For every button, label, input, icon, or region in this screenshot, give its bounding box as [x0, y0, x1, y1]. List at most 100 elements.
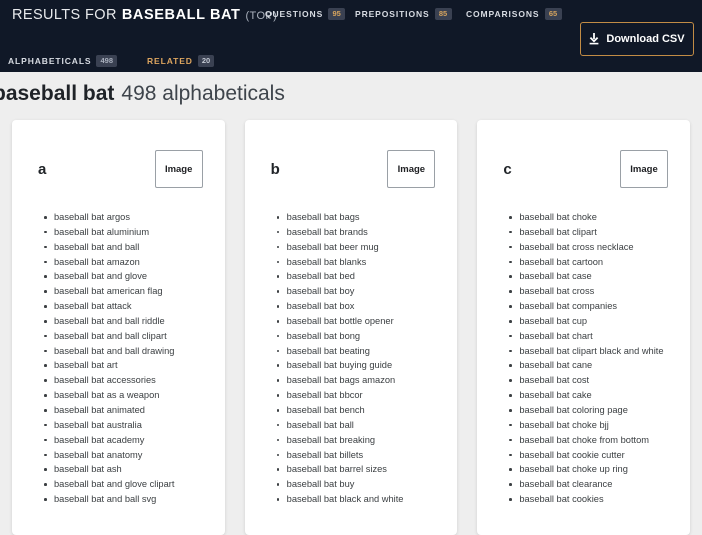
list-item[interactable]: baseball bat bbcor: [276, 388, 444, 403]
list-item[interactable]: baseball bat bottle opener: [276, 314, 444, 329]
header-tabs: ALPHABETICALS 498 RELATED 20: [8, 50, 230, 83]
list-item[interactable]: baseball bat blanks: [276, 255, 444, 270]
list-item[interactable]: baseball bat cartoon: [509, 255, 676, 270]
image-placeholder-b[interactable]: Image: [387, 150, 436, 188]
tab-alphabeticals-label: ALPHABETICALS: [8, 56, 92, 66]
image-placeholder-label: Image: [630, 163, 658, 175]
list-item[interactable]: baseball bat choke: [509, 210, 676, 225]
list-item[interactable]: baseball bat and ball riddle: [44, 314, 211, 329]
list-item[interactable]: baseball bat cup: [509, 314, 676, 329]
list-item[interactable]: baseball bat breaking: [276, 433, 444, 448]
list-item[interactable]: baseball bat box: [276, 299, 444, 314]
list-item[interactable]: baseball bat buying guide: [276, 358, 444, 373]
image-placeholder-c[interactable]: Image: [620, 150, 669, 188]
list-item[interactable]: baseball bat anatomy: [44, 448, 211, 463]
list-item[interactable]: baseball bat cane: [509, 358, 676, 373]
list-item[interactable]: baseball bat chart: [509, 329, 676, 344]
list-item[interactable]: baseball bat argos: [44, 210, 211, 225]
list-item[interactable]: baseball bat cross necklace: [509, 240, 676, 255]
metric-questions-count: 95: [328, 8, 346, 20]
list-item[interactable]: baseball bat beating: [276, 344, 444, 359]
list-item[interactable]: baseball bat cost: [509, 373, 676, 388]
list-item[interactable]: baseball bat bench: [276, 403, 444, 418]
page-title-count: 498 alphabeticals: [121, 82, 285, 105]
list-item[interactable]: baseball bat cookie cutter: [509, 448, 676, 463]
list-item[interactable]: baseball bat boy: [276, 284, 444, 299]
page-title-bar: baseball bat 498 alphabeticals: [0, 72, 702, 116]
list-item[interactable]: baseball bat bags: [276, 210, 444, 225]
image-placeholder-label: Image: [397, 163, 426, 175]
list-item[interactable]: baseball bat black and white: [276, 492, 444, 507]
list-item[interactable]: baseball bat bed: [276, 269, 444, 284]
list-item[interactable]: baseball bat and ball drawing: [44, 344, 211, 359]
list-item[interactable]: baseball bat and glove: [44, 269, 211, 284]
metric-prepositions[interactable]: PREPOSITIONS 85: [355, 8, 452, 20]
download-icon: [589, 33, 599, 45]
list-item[interactable]: baseball bat cake: [509, 388, 676, 403]
card-header-a: a Image: [26, 150, 211, 188]
list-item[interactable]: baseball bat art: [44, 358, 211, 373]
tab-related-count: 20: [197, 55, 215, 67]
list-item[interactable]: baseball bat as a weapon: [44, 388, 211, 403]
list-item[interactable]: baseball bat attack: [44, 299, 211, 314]
list-item[interactable]: baseball bat clipart black and white: [509, 344, 676, 359]
metric-questions[interactable]: QUESTIONS 95: [265, 8, 346, 20]
list-item[interactable]: baseball bat ash: [44, 462, 211, 477]
tab-alphabeticals[interactable]: ALPHABETICALS 498: [8, 50, 133, 72]
list-item[interactable]: baseball bat case: [509, 269, 676, 284]
download-csv-label: Download CSV: [606, 33, 685, 45]
list-item[interactable]: baseball bat choke up ring: [509, 462, 676, 477]
list-item[interactable]: baseball bat brands: [276, 225, 444, 240]
tab-related-label: RELATED: [147, 56, 193, 66]
list-item[interactable]: baseball bat and ball svg: [44, 492, 211, 507]
keyword-card-grid: a Image baseball bat argos baseball bat …: [0, 120, 702, 535]
list-item[interactable]: baseball bat accessories: [44, 373, 211, 388]
list-item[interactable]: baseball bat ball: [276, 418, 444, 433]
image-placeholder-a[interactable]: Image: [154, 150, 203, 188]
metric-questions-label: QUESTIONS: [265, 8, 324, 19]
list-item[interactable]: baseball bat bong: [276, 329, 444, 344]
list-item[interactable]: baseball bat companies: [509, 299, 676, 314]
tab-related[interactable]: RELATED 20: [136, 50, 230, 83]
metric-prepositions-count: 85: [434, 8, 452, 20]
list-item[interactable]: baseball bat billets: [276, 448, 444, 463]
page-title: baseball bat 498 alphabeticals: [0, 82, 285, 106]
metric-comparisons-count: 65: [544, 8, 562, 20]
image-placeholder-label: Image: [164, 163, 193, 175]
metric-comparisons[interactable]: COMPARISONS 65: [466, 8, 562, 20]
list-item[interactable]: baseball bat amazon: [44, 255, 211, 270]
list-item[interactable]: baseball bat and ball clipart: [44, 329, 211, 344]
keyword-card-c: c Image baseball bat choke baseball bat …: [477, 120, 691, 535]
list-item[interactable]: baseball bat choke from bottom: [509, 433, 676, 448]
list-item[interactable]: baseball bat academy: [44, 433, 211, 448]
keyword-list-b: baseball bat bags baseball bat brands ba…: [259, 210, 444, 507]
list-item[interactable]: baseball bat cross: [509, 284, 676, 299]
list-item[interactable]: baseball bat barrel sizes: [276, 462, 444, 477]
list-item[interactable]: baseball bat aluminium: [44, 225, 211, 240]
keyword-list-a: baseball bat argos baseball bat aluminiu…: [26, 210, 211, 507]
card-letter-c: c: [503, 160, 512, 178]
list-item[interactable]: baseball bat beer mug: [276, 240, 444, 255]
card-header-c: c Image: [491, 150, 676, 188]
list-item[interactable]: baseball bat american flag: [44, 284, 211, 299]
list-item[interactable]: baseball bat and ball: [44, 240, 211, 255]
list-item[interactable]: baseball bat bags amazon: [276, 373, 444, 388]
keyword-list-c: baseball bat choke baseball bat clipart …: [491, 210, 676, 507]
card-letter-a: a: [38, 160, 47, 178]
list-item[interactable]: baseball bat animated: [44, 403, 211, 418]
list-item[interactable]: baseball bat clearance: [509, 477, 676, 492]
tab-alphabeticals-count: 498: [96, 55, 117, 67]
card-letter-b: b: [270, 160, 280, 178]
list-item[interactable]: baseball bat coloring page: [509, 403, 676, 418]
list-item[interactable]: baseball bat australia: [44, 418, 211, 433]
results-term-label: BASEBALL BAT: [121, 7, 241, 23]
metric-comparisons-label: COMPARISONS: [466, 8, 540, 19]
list-item[interactable]: baseball bat clipart: [509, 225, 676, 240]
list-item[interactable]: baseball bat and glove clipart: [44, 477, 211, 492]
list-item[interactable]: baseball bat buy: [276, 477, 444, 492]
download-csv-button[interactable]: Download CSV: [580, 22, 694, 56]
list-item[interactable]: baseball bat cookies: [509, 492, 676, 507]
list-item[interactable]: baseball bat choke bjj: [509, 418, 676, 433]
results-title: RESULTS FOR BASEBALL BAT (TOP): [12, 7, 277, 23]
app-header: RESULTS FOR BASEBALL BAT (TOP) QUESTIONS…: [0, 0, 702, 83]
